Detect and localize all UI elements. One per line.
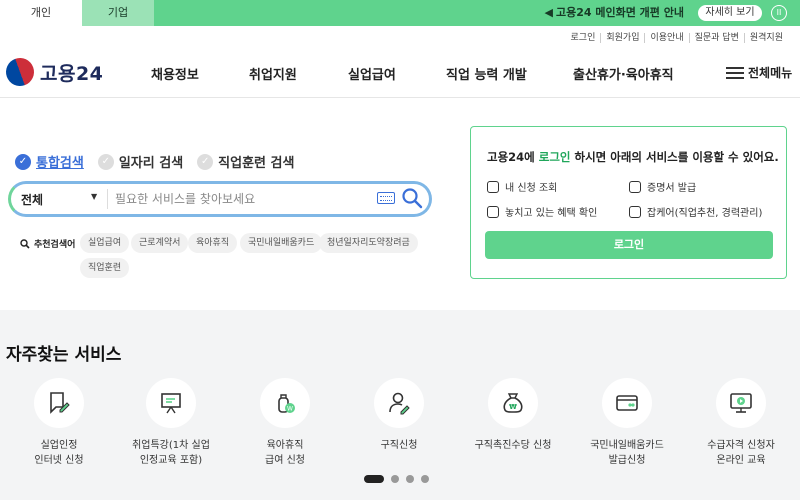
all-menu-label: 전체메뉴 [748, 66, 793, 80]
hamburger-icon [726, 66, 744, 79]
login-panel: 고용24에 로그인 하시면 아래의 서비스를 이용할 수 있어요. 내 신청 조… [470, 126, 787, 279]
pagination-dot-4[interactable] [421, 475, 429, 483]
chip-unemployment-benefit[interactable]: 실업급여 [80, 233, 130, 253]
gnb-unemployment-benefit[interactable]: 실업급여 [348, 64, 396, 83]
chip-youth-incentive[interactable]: 청년일자리도약장려금 [319, 233, 418, 253]
qna-link[interactable]: 질문과 답변 [688, 33, 744, 43]
notice-text: 고용24 메인화면 개편 안내 [556, 6, 684, 19]
document-check-icon [487, 205, 499, 218]
logo-text: 고용24 [40, 62, 104, 85]
check-icon: ✓ [15, 153, 31, 170]
megaphone-icon: ◀ [544, 6, 553, 19]
search-icon [20, 238, 30, 249]
top-bar: 개인 기업 ◀ 고용24 메인화면 개편 안내 자세히 보기 II [0, 0, 800, 26]
tab-integrated-search[interactable]: ✓ 통합검색 [15, 152, 84, 171]
signup-link[interactable]: 회원가입 [600, 33, 644, 43]
certificate-icon [629, 180, 641, 193]
recommend-label: 추천검색어 [20, 237, 75, 250]
freq-item-job-promotion-allowance[interactable]: ₩ 구직촉진수당 신청 [458, 378, 568, 453]
gnb-employment-support[interactable]: 취업지원 [249, 64, 297, 83]
guide-link[interactable]: 이용안내 [644, 33, 688, 43]
tab-business[interactable]: 기업 [82, 0, 154, 26]
tab-training-search[interactable]: ✓ 직업훈련 검색 [197, 152, 294, 171]
gnb-vocational-training[interactable]: 직업 능력 개발 [446, 64, 527, 83]
search-input[interactable] [115, 189, 370, 209]
notice-banner[interactable]: ◀ 고용24 메인화면 개편 안내 [545, 0, 684, 26]
login-link[interactable]: 로그인 [566, 33, 601, 43]
pause-button[interactable]: II [771, 5, 787, 21]
tab-job-search[interactable]: ✓ 일자리 검색 [97, 152, 183, 171]
card-icon [616, 395, 638, 411]
svg-text:W: W [287, 406, 293, 413]
service-missed-benefits[interactable]: 놓치고 있는 혜택 확인 [487, 204, 597, 219]
header-divider [0, 97, 800, 98]
service-my-applications[interactable]: 내 신청 조회 [487, 179, 557, 194]
monitor-play-icon [730, 393, 752, 413]
pagination-dot-3[interactable] [406, 475, 414, 483]
service-certificate[interactable]: 증명서 발급 [629, 179, 696, 194]
keyboard-icon[interactable] [377, 192, 395, 204]
money-bag-icon: ₩ [503, 393, 523, 413]
chip-training-card[interactable]: 국민내일배움카드 [240, 233, 323, 253]
freq-item-parental-leave-benefit[interactable]: W 육아휴직 급여 신청 [230, 378, 340, 468]
presentation-board-icon [161, 393, 181, 414]
svg-text:₩: ₩ [509, 403, 517, 411]
clipboard-person-icon [629, 205, 641, 218]
gnb-jobs[interactable]: 채용정보 [151, 64, 199, 83]
freq-item-online-education[interactable]: 수급자격 신청자 온라인 교육 [686, 378, 796, 468]
document-pen-icon [50, 392, 70, 414]
check-icon: ✓ [97, 153, 114, 170]
service-jobcare[interactable]: 잡케어(직업추천, 경력관리) [629, 204, 762, 219]
site-logo[interactable]: 고용24 [2, 54, 104, 90]
login-message: 고용24에 로그인 하시면 아래의 서비스를 이용할 수 있어요. [487, 150, 779, 164]
freq-item-training-card-issue[interactable]: 국민내일배움카드 발급신청 [572, 378, 682, 468]
list-icon [487, 180, 499, 193]
freq-item-job-application[interactable]: 구직신청 [344, 378, 454, 453]
search-divider [107, 189, 108, 209]
freq-item-employment-lecture[interactable]: 취업특강(1차 실업 인정교육 포함) [116, 378, 226, 468]
section-title: 자주찾는 서비스 [6, 345, 122, 365]
carousel-pagination [364, 475, 436, 483]
search-category-select[interactable]: 전체 [21, 191, 43, 208]
baby-bottle-icon: W [278, 394, 295, 413]
check-icon: ✓ [197, 153, 214, 170]
utility-links: 로그인 회원가입 이용안내 질문과 답변 원격지원 [566, 33, 788, 43]
chip-parental-leave[interactable]: 육아휴직 [188, 233, 238, 253]
login-button[interactable]: 로그인 [485, 231, 773, 259]
freq-item-unemployment-recognition[interactable]: 실업인정 인터넷 신청 [4, 378, 114, 468]
pagination-dot-2[interactable] [391, 475, 399, 483]
tab-personal[interactable]: 개인 [0, 0, 82, 26]
chip-labor-contract[interactable]: 근로계약서 [131, 233, 189, 253]
search-box: 전체 ▼ [8, 181, 432, 217]
caret-down-icon[interactable]: ▼ [91, 192, 97, 201]
search-icon[interactable] [401, 187, 423, 209]
chip-vocational-training[interactable]: 직업훈련 [80, 258, 130, 278]
pagination-dot-1[interactable] [364, 475, 384, 483]
remote-support-link[interactable]: 원격지원 [743, 33, 788, 43]
detail-button[interactable]: 자세히 보기 [698, 5, 762, 21]
gnb-maternity-parental-leave[interactable]: 출산휴가·육아휴직 [573, 64, 674, 83]
search-tabs: ✓ 통합검색 ✓ 일자리 검색 ✓ 직업훈련 검색 [15, 152, 308, 171]
person-pen-icon [389, 392, 410, 415]
taegeuk-logo-icon [2, 54, 38, 90]
all-menu-button[interactable]: 전체메뉴 [726, 64, 792, 81]
login-highlight[interactable]: 로그인 [539, 150, 571, 164]
